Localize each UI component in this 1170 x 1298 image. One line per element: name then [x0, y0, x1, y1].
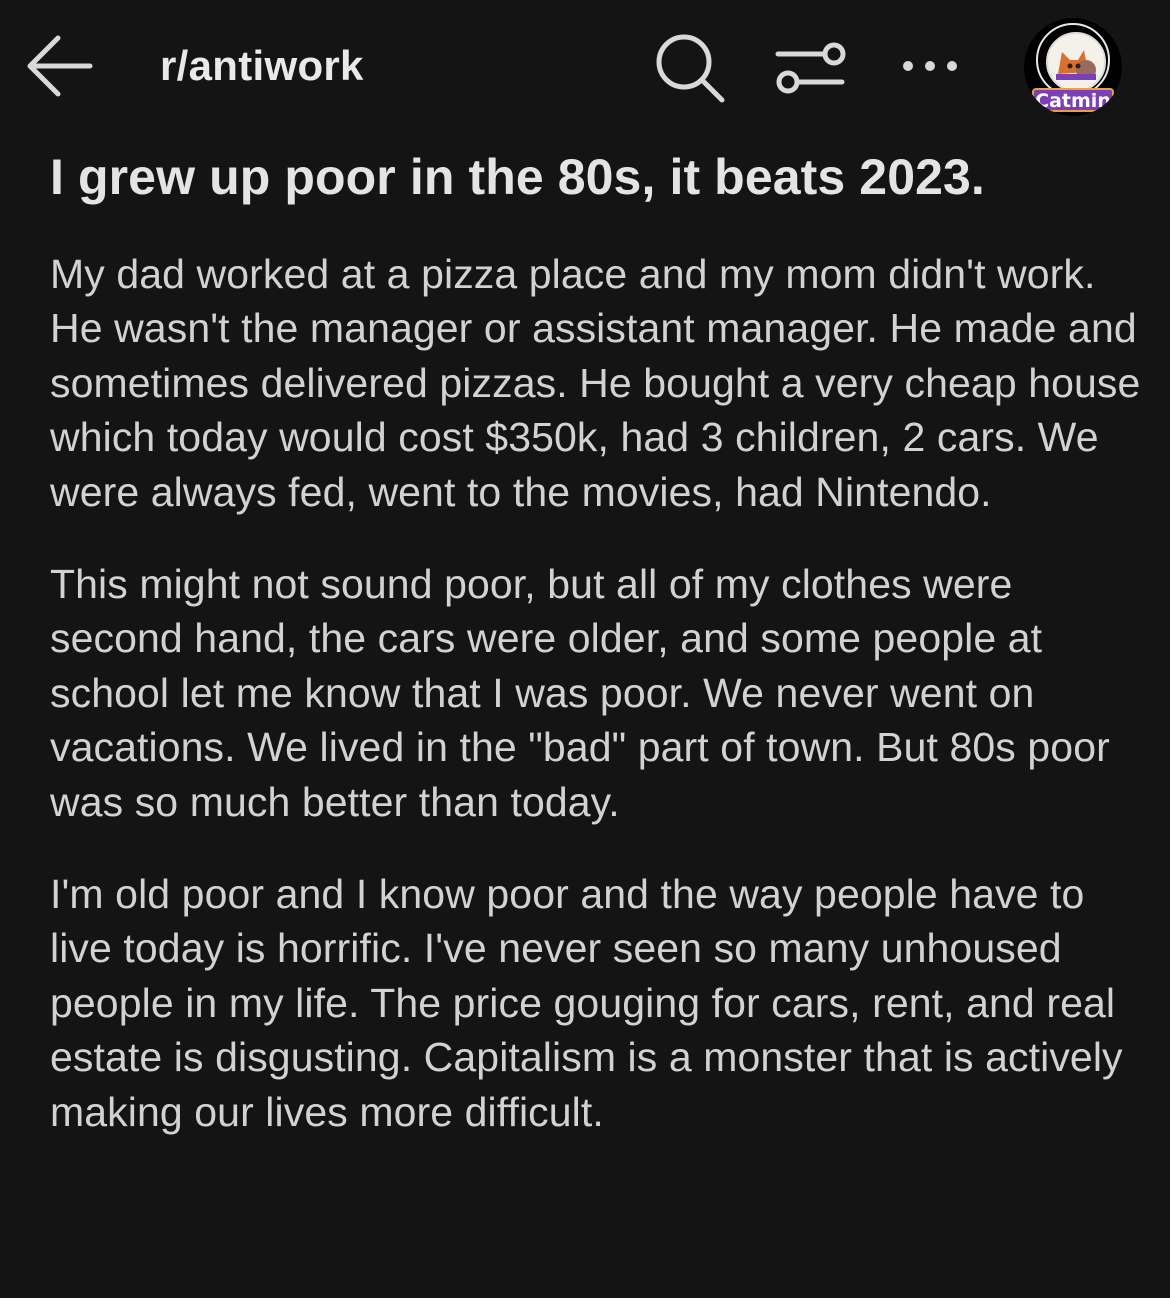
cat-icon — [1056, 50, 1096, 80]
avatar-badge: Catmin — [1032, 88, 1114, 112]
avatar-cat-emblem — [1046, 32, 1106, 92]
subreddit-name[interactable]: r/antiwork — [160, 42, 364, 90]
search-icon — [656, 34, 725, 103]
post-title: I grew up poor in the 80s, it beats 2023… — [50, 149, 985, 205]
more-options-button[interactable] — [890, 40, 970, 92]
top-navigation-bar: r/antiwork Catmin — [0, 0, 1170, 140]
post-paragraph: My dad worked at a pizza place and my mo… — [50, 251, 1141, 515]
back-button[interactable] — [22, 30, 98, 102]
more-options-icon — [903, 61, 957, 71]
post-paragraph: This might not sound poor, but all of my… — [50, 561, 1110, 825]
sort-filter-button[interactable] — [768, 30, 852, 106]
post-body: My dad worked at a pizza place and my mo… — [50, 247, 1150, 1177]
post-paragraph: I'm old poor and I know poor and the way… — [50, 871, 1123, 1135]
user-avatar[interactable]: Catmin — [1024, 18, 1122, 116]
back-arrow-icon — [27, 35, 93, 97]
search-button[interactable] — [648, 26, 732, 110]
sort-filter-icon — [775, 42, 846, 94]
